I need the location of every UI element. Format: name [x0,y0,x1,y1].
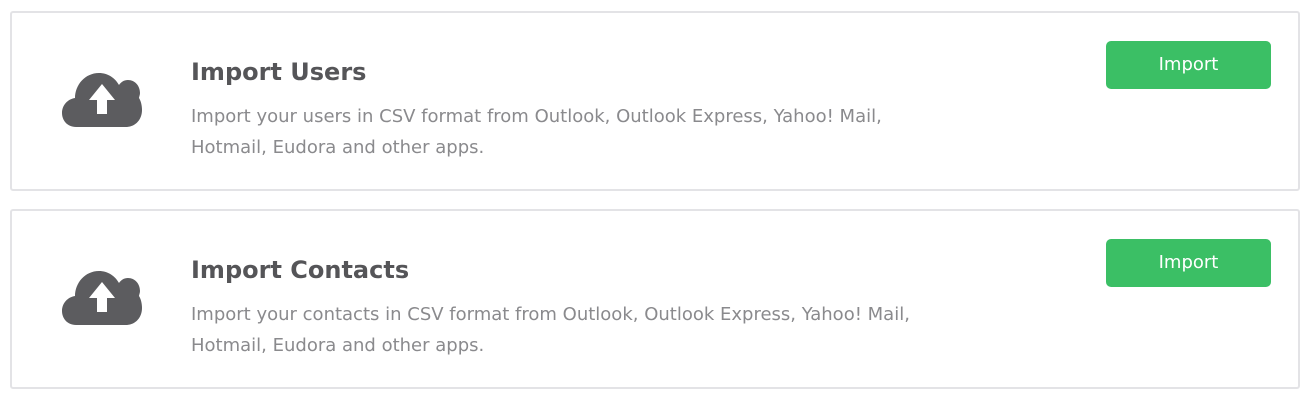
card-title: Import Users [191,58,367,86]
cloud-upload-icon [62,267,142,327]
import-users-button[interactable]: Import [1106,41,1271,89]
import-users-card: Import Users Import your users in CSV fo… [10,11,1300,191]
card-title: Import Contacts [191,256,410,284]
import-contacts-button[interactable]: Import [1106,239,1271,287]
card-description: Import your users in CSV format from Out… [191,106,882,158]
cloud-upload-icon [62,69,142,129]
card-description: Import your contacts in CSV format from … [191,304,910,356]
import-contacts-card: Import Contacts Import your contacts in … [10,209,1300,389]
